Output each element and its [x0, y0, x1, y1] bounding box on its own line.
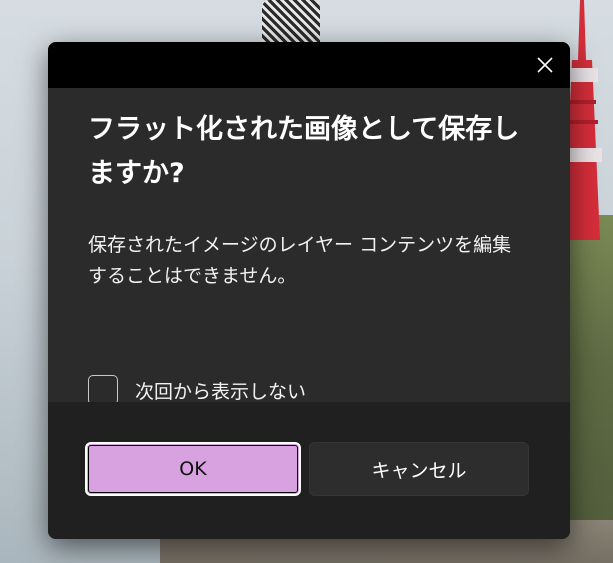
- checkbox-label[interactable]: 次回から表示しない: [135, 377, 306, 404]
- ok-button[interactable]: OK: [85, 442, 301, 496]
- close-icon: [537, 57, 553, 73]
- statue-image: [262, 0, 320, 46]
- dont-show-again-checkbox[interactable]: 次回から表示しない: [88, 375, 306, 405]
- save-flattened-dialog: フラット化された画像として保存しますか? 保存されたイメージのレイヤー コンテン…: [48, 42, 570, 539]
- dialog-content: フラット化された画像として保存しますか? 保存されたイメージのレイヤー コンテン…: [48, 88, 570, 405]
- checkbox-box[interactable]: [88, 375, 118, 405]
- dialog-heading: フラット化された画像として保存しますか?: [88, 114, 520, 189]
- cancel-button[interactable]: キャンセル: [309, 442, 529, 496]
- dialog-footer: OK キャンセル: [48, 402, 570, 539]
- dialog-message: 保存されたイメージのレイヤー コンテンツを編集することはできません。: [88, 234, 512, 287]
- dialog-titlebar: [48, 42, 570, 88]
- close-button[interactable]: [526, 46, 564, 84]
